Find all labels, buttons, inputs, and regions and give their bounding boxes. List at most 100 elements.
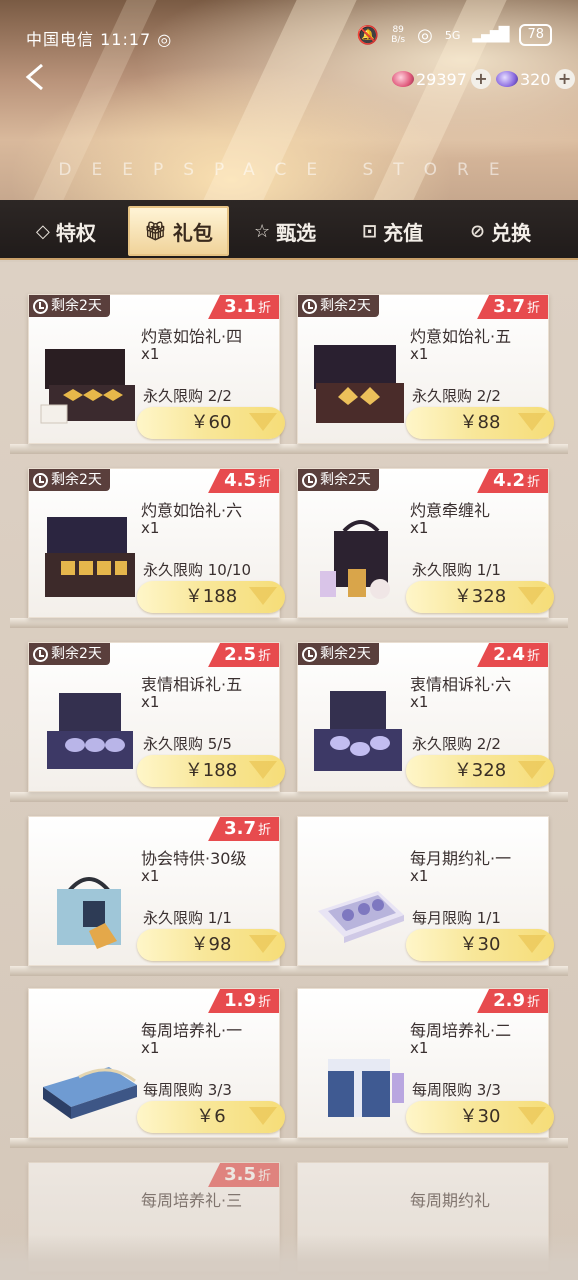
timer-text: 剩余2天 (51, 298, 102, 314)
shelf-divider (10, 1138, 568, 1148)
product-qty: x1 (141, 345, 160, 363)
price-button[interactable]: ￥88 (406, 407, 554, 439)
product-card[interactable]: 剩余2天 2.4 折 衷情相诉礼·六 x1 永久限购 2/2 ￥328 (297, 642, 554, 792)
price-button[interactable]: ￥328 (406, 755, 554, 787)
gift-box-image (328, 1059, 404, 1117)
product-qty: x1 (410, 1039, 429, 1057)
timer-text: 剩余2天 (320, 646, 371, 662)
tab-label: 兑换 (491, 220, 532, 245)
gift-box-image (314, 345, 404, 423)
clock-icon (33, 298, 48, 314)
tab-gift-pack[interactable]: 🎁︎ 礼包 (128, 206, 229, 256)
product-card[interactable]: 2.9 折 每周培养礼·二 x1 每周限购 3/3 ￥30 (297, 988, 554, 1138)
discount-value: 2.4 (493, 644, 525, 665)
product-name: 每周培养礼·二 (410, 1021, 512, 1040)
product-qty: x1 (410, 867, 429, 885)
purchase-limit: 每周限购 3/3 (143, 1081, 232, 1099)
price-button[interactable]: ￥188 (137, 755, 285, 787)
product-name: 灼意如饴礼·六 (141, 501, 243, 520)
currency-pink-value: 29397 (416, 69, 467, 89)
carrier-time: 中国电信 11:17 ◎ (26, 30, 173, 49)
discount-badge: 3.5 折 (208, 1163, 279, 1187)
purchase-limit: 每周限购 3/3 (412, 1081, 501, 1099)
hotspot-icon: ◎ (417, 24, 433, 46)
price-button[interactable]: ￥188 (137, 581, 285, 613)
price-button[interactable]: ￥30 (406, 929, 554, 961)
price-button[interactable]: ￥328 (406, 581, 554, 613)
timer-badge: 剩余2天 (298, 469, 379, 491)
discount-unit: 折 (257, 1169, 271, 1184)
tab-bar: ◇ 特权 🎁︎ 礼包 ☆ 甄选 ⊡ 充值 ⊘ 兑换 (0, 200, 578, 260)
tab-exchange[interactable]: ⊘ 兑换 (470, 206, 531, 256)
discount-value: 3.1 (224, 296, 256, 317)
product-name: 协会特供·30级 (141, 849, 247, 868)
product-name: 每周期约礼 (410, 1191, 491, 1210)
product-card[interactable]: 剩余2天 3.7 折 灼意如饴礼·五 x1 永久限购 2/2 ￥88 (297, 294, 554, 444)
clock-icon (33, 472, 48, 488)
product-qty: x1 (141, 867, 160, 885)
price-button[interactable]: ￥6 (137, 1101, 285, 1133)
bottom-fade (0, 1234, 578, 1280)
tab-privilege[interactable]: ◇ 特权 (36, 206, 96, 256)
gift-box-image (318, 891, 404, 943)
product-card[interactable]: 每月期约礼·一 x1 每月限购 1/1 ￥30 (297, 816, 554, 966)
price-button[interactable]: ￥30 (406, 1101, 554, 1133)
product-card[interactable]: 剩余2天 4.5 折 灼意如饴礼·六 x1 永久限购 10/10 ￥188 (28, 468, 285, 618)
clock-icon (302, 646, 317, 662)
battery-indicator: 78 (519, 24, 552, 46)
discount-badge: 3.7 折 (208, 817, 279, 841)
purchase-limit: 永久限购 5/5 (143, 735, 232, 753)
product-qty: x1 (410, 345, 429, 363)
discount-value: 3.5 (224, 1164, 256, 1185)
tab-recharge[interactable]: ⊡ 充值 (362, 206, 423, 256)
discount-unit: 折 (526, 301, 540, 316)
tab-selection[interactable]: ☆ 甄选 (254, 206, 316, 256)
chevron-left-icon (25, 63, 43, 91)
discount-unit: 折 (257, 301, 271, 316)
product-qty: x1 (141, 1039, 160, 1057)
discount-unit: 折 (526, 995, 540, 1010)
discount-value: 3.7 (224, 818, 256, 839)
discount-badge: 2.9 折 (477, 989, 548, 1013)
purchase-limit: 永久限购 1/1 (143, 909, 232, 927)
product-card[interactable]: 剩余2天 4.2 折 灼意牵缠礼 x1 永久限购 1/1 ￥328 (297, 468, 554, 618)
tab-label: 特权 (55, 220, 96, 245)
shelf-divider (10, 618, 568, 628)
price-button[interactable]: ￥60 (137, 407, 285, 439)
timer-badge: 剩余2天 (29, 295, 110, 317)
product-name: 灼意牵缠礼 (410, 501, 491, 520)
timer-text: 剩余2天 (51, 646, 102, 662)
product-name: 灼意如饴礼·五 (410, 327, 512, 346)
add-currency-button[interactable]: + (554, 69, 575, 89)
gift-box-image (43, 1067, 137, 1119)
product-card[interactable]: 1.9 折 每周培养礼·一 x1 每周限购 3/3 ￥6 (28, 988, 285, 1138)
signal-icon: ▂▄▆█ (472, 27, 509, 43)
discount-badge: 2.4 折 (477, 643, 548, 667)
price-button[interactable]: ￥98 (137, 929, 285, 961)
speed-unit: B/s (391, 35, 406, 45)
product-name: 灼意如饴礼·四 (141, 327, 243, 346)
discount-unit: 折 (257, 475, 271, 490)
product-card[interactable]: 3.7 折 协会特供·30级 x1 永久限购 1/1 ￥98 (28, 816, 285, 966)
purchase-limit: 每月限购 1/1 (412, 909, 501, 927)
tab-label: 充值 (383, 220, 424, 245)
product-name: 衷情相诉礼·六 (410, 675, 512, 694)
timer-badge: 剩余2天 (298, 643, 379, 665)
timer-text: 剩余2天 (51, 472, 102, 488)
timer-badge: 剩余2天 (298, 295, 379, 317)
add-currency-button[interactable]: + (470, 69, 491, 89)
back-button[interactable] (22, 62, 56, 96)
discount-unit: 折 (257, 649, 271, 664)
currency-purple-value: 320 (520, 69, 551, 89)
tab-label: 礼包 (172, 220, 213, 245)
purchase-limit: 永久限购 1/1 (412, 561, 501, 579)
star-frame-icon: ☆ (254, 220, 271, 242)
store-header: 中国电信 11:17 ◎ 🔕 89 B/s ◎ 5G ▂▄▆█ 78 29397… (0, 0, 578, 200)
recharge-icon: ⊡ (362, 220, 378, 242)
gift-box-image (40, 349, 135, 424)
discount-badge: 3.7 折 (477, 295, 548, 319)
product-card[interactable]: 剩余2天 2.5 折 衷情相诉礼·五 x1 永久限购 5/5 ￥188 (28, 642, 285, 792)
product-qty: x1 (141, 693, 160, 711)
product-card[interactable]: 剩余2天 3.1 折 灼意如饴礼·四 x1 永久限购 2/2 ￥60 (28, 294, 285, 444)
discount-badge: 1.9 折 (208, 989, 279, 1013)
